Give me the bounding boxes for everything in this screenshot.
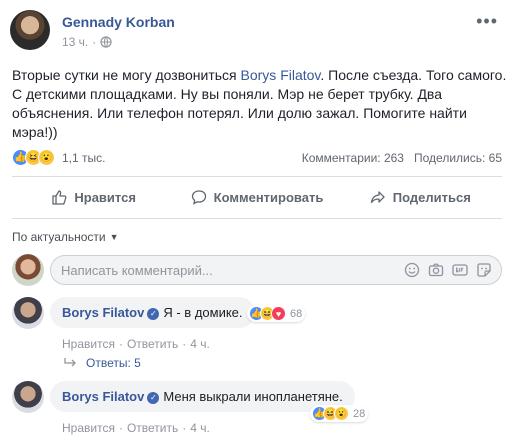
post-text: Вторые сутки не могу дозвониться Borys F… bbox=[12, 67, 507, 140]
replies-count: Ответы: 5 bbox=[86, 356, 141, 370]
comment-sort-dropdown[interactable]: По актуальности ▼ bbox=[12, 230, 119, 244]
comments-count-link[interactable]: Комментарии: 263 bbox=[302, 151, 404, 165]
shares-count-link[interactable]: Поделились: 65 bbox=[414, 151, 502, 165]
post-stats: Комментарии: 263 Поделились: 65 bbox=[302, 151, 502, 165]
comment-reply-link[interactable]: Ответить bbox=[127, 337, 178, 351]
like-button[interactable]: Нравится bbox=[12, 181, 175, 213]
post-meta: 13 ч. · bbox=[62, 35, 112, 49]
wow-icon: 😮 bbox=[38, 149, 55, 166]
gif-icon[interactable] bbox=[452, 262, 468, 278]
verified-badge-icon: ✓ bbox=[147, 392, 160, 404]
globe-icon bbox=[100, 36, 112, 48]
wow-icon: 😮 bbox=[334, 406, 349, 421]
sticker-icon[interactable] bbox=[476, 262, 492, 278]
reaction-count[interactable]: 1,1 тыс. bbox=[62, 151, 105, 165]
caret-down-icon: ▼ bbox=[109, 232, 119, 242]
post-author-name[interactable]: Gennady Korban bbox=[62, 14, 175, 30]
comment-like-link[interactable]: Нравится bbox=[62, 337, 115, 351]
sort-label: По актуальности bbox=[12, 230, 106, 244]
view-replies-link[interactable]: Ответы: 5 bbox=[64, 356, 141, 370]
share-button-label: Поделиться bbox=[392, 189, 471, 205]
post-mention-link[interactable]: Borys Filatov bbox=[241, 67, 321, 83]
reactions-summary: 👍 😆 😮 1,1 тыс. Комментарии: 263 Поделили… bbox=[12, 147, 502, 167]
commenter-avatar[interactable] bbox=[12, 297, 44, 329]
comment-reaction-count: 28 bbox=[353, 407, 366, 420]
comment-actions: Нравится · Ответить · 4 ч. bbox=[62, 421, 210, 435]
love-icon: ♥ bbox=[271, 306, 286, 321]
comment-reply-link[interactable]: Ответить bbox=[127, 421, 178, 435]
current-user-avatar bbox=[12, 254, 44, 286]
share-arrow-icon bbox=[370, 191, 385, 204]
comment-input-placeholder: Написать комментарий... bbox=[61, 262, 213, 278]
comment-timestamp[interactable]: 4 ч. bbox=[190, 337, 210, 351]
post-action-bar: Нравится Комментировать Поделиться bbox=[12, 181, 502, 213]
comment-actions: Нравится · Ответить · 4 ч. bbox=[62, 337, 210, 351]
comment-timestamp[interactable]: 4 ч. bbox=[190, 421, 210, 435]
comment-icon bbox=[191, 190, 206, 205]
comment-author[interactable]: Borys Filatov bbox=[62, 305, 144, 320]
post-header: Gennady Korban 13 ч. · ••• bbox=[10, 10, 504, 54]
share-button[interactable]: Поделиться bbox=[339, 181, 502, 213]
comment-item: Borys Filatov ✓ Я - в домике. 👍 😆 ♥ 68 Нра… bbox=[12, 297, 502, 357]
emoji-icon[interactable] bbox=[404, 262, 420, 278]
reaction-icons[interactable]: 👍 😆 😮 bbox=[12, 149, 55, 166]
comment-text: Я - в домике. bbox=[163, 305, 243, 320]
composer-tools bbox=[404, 262, 492, 278]
comment-bubble: Borys Filatov ✓ Я - в домике. bbox=[50, 297, 255, 328]
comment-bubble: Borys Filatov ✓ Меня выкрали инопланетяне. bbox=[50, 381, 355, 412]
comment-reaction-count: 68 bbox=[290, 307, 303, 320]
camera-icon[interactable] bbox=[428, 262, 444, 278]
thumbs-up-icon bbox=[52, 190, 67, 205]
commenter-avatar[interactable] bbox=[12, 381, 44, 413]
comment-like-link[interactable]: Нравится bbox=[62, 421, 115, 435]
like-button-label: Нравится bbox=[74, 189, 136, 205]
comment-reactions[interactable]: 👍 😆 😮 28 bbox=[310, 405, 369, 422]
comment-button[interactable]: Комментировать bbox=[175, 181, 338, 213]
post-timestamp[interactable]: 13 ч. bbox=[62, 35, 88, 49]
comment-text: Меня выкрали инопланетяне. bbox=[163, 389, 343, 404]
verified-badge-icon: ✓ bbox=[147, 308, 160, 320]
comment-item: Borys Filatov ✓ Меня выкрали инопланетяне.… bbox=[12, 381, 502, 441]
comment-composer: Написать комментарий... bbox=[12, 254, 502, 286]
comment-author[interactable]: Borys Filatov bbox=[62, 389, 144, 404]
comment-reactions[interactable]: 👍 😆 ♥ 68 bbox=[247, 305, 306, 322]
more-options-icon[interactable]: ••• bbox=[476, 12, 498, 30]
author-avatar[interactable] bbox=[10, 10, 50, 50]
comment-button-label: Комментировать bbox=[213, 189, 324, 205]
divider bbox=[12, 176, 502, 177]
divider bbox=[12, 218, 502, 219]
reply-arrow-icon bbox=[64, 358, 76, 367]
